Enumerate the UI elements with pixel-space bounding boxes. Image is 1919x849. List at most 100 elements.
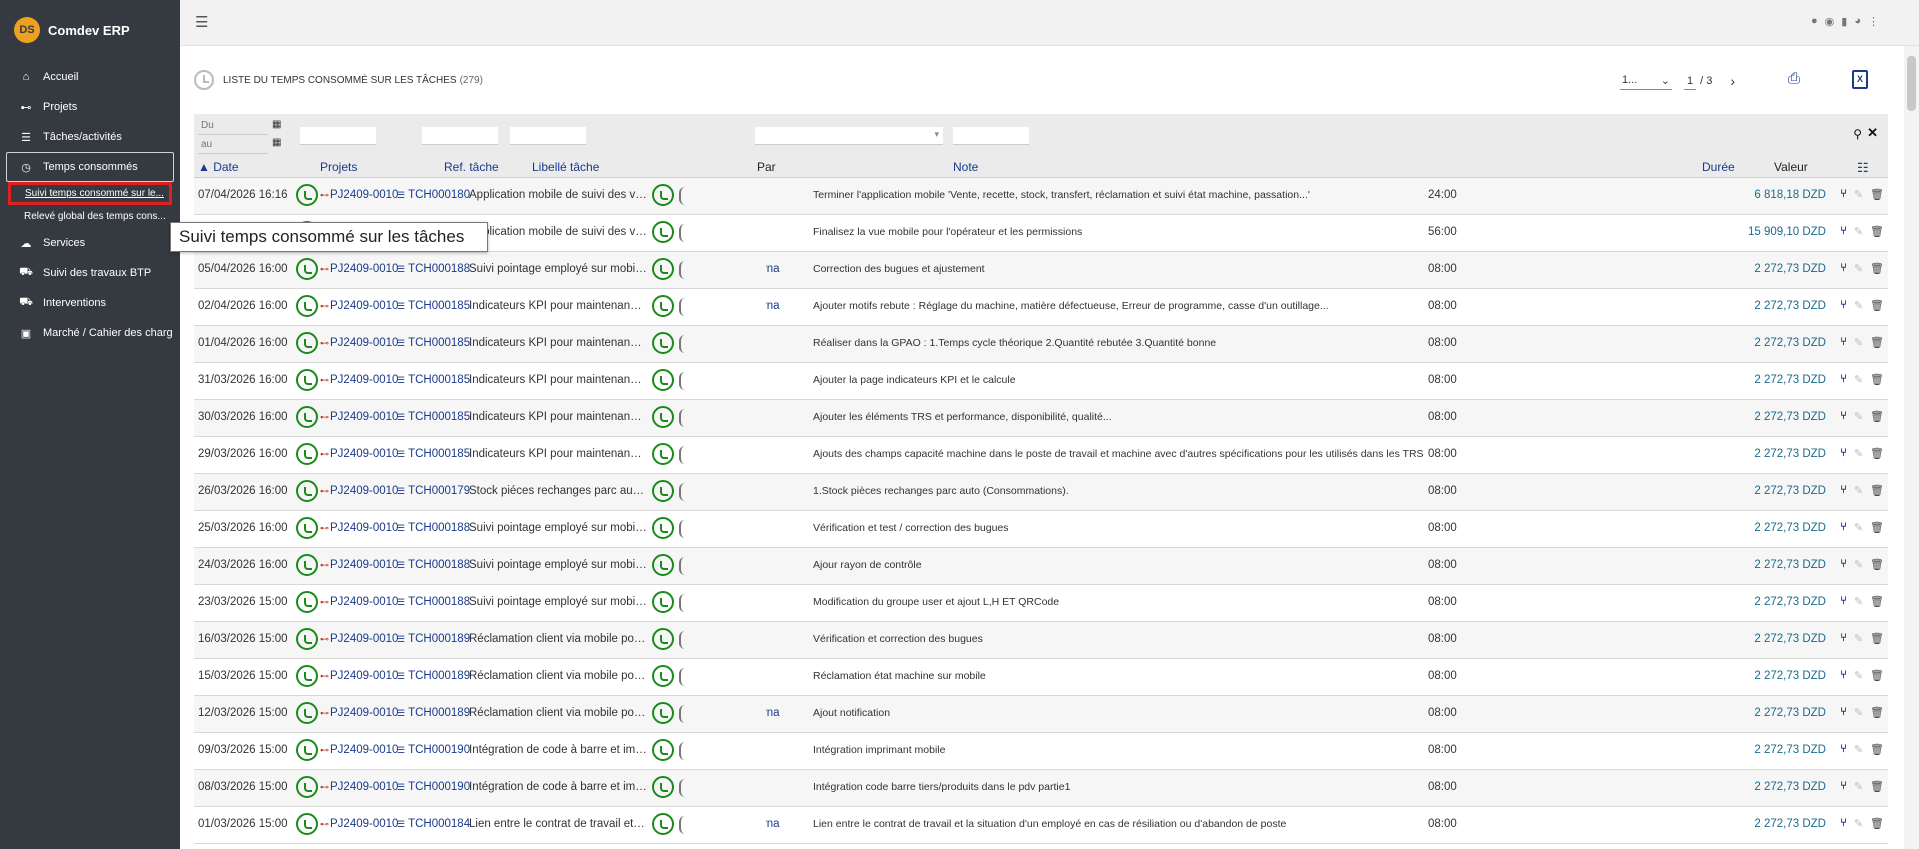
table-row[interactable]: 09/03/2026 15:00 ⊷PJ2409-0010 ☰ TCH000190…: [194, 733, 1888, 770]
edit-icon[interactable]: ✎: [1854, 632, 1863, 645]
cell-project[interactable]: ⊷PJ2409-0010: [320, 818, 398, 830]
sidebar-item-clock[interactable]: ◷ Temps consommés: [6, 152, 174, 182]
cell-task-ref[interactable]: ☰ TCH000190: [397, 744, 470, 756]
delete-icon[interactable]: 🗑: [1870, 447, 1884, 460]
cell-task-ref[interactable]: ☰ TCH000188: [397, 559, 470, 571]
edit-icon[interactable]: ✎: [1854, 299, 1863, 312]
cell-task-ref[interactable]: ☰TCH000180: [397, 189, 470, 201]
sidebar-item-book[interactable]: ▣ Marché / Cahier des charg: [0, 318, 180, 348]
fork-icon[interactable]: ⑂: [1840, 669, 1847, 682]
whatsapp-icon[interactable]: [652, 517, 674, 539]
cell-project[interactable]: ⊷PJ2409-0010: [320, 374, 398, 386]
edit-icon[interactable]: ✎: [1854, 706, 1863, 719]
table-row[interactable]: 02/04/2026 16:00 ⊷PJ2409-0010 ☰ TCH000185…: [194, 289, 1888, 326]
cell-project[interactable]: ⊷PJ2409-0010: [320, 559, 398, 571]
chat-icon[interactable]: ◉: [1825, 15, 1835, 28]
calendar-icon[interactable]: ▦: [272, 119, 281, 130]
user-filter-select[interactable]: [755, 127, 943, 145]
cell-project[interactable]: ⊷PJ2409-0010: [320, 596, 398, 608]
edit-icon[interactable]: ✎: [1854, 447, 1863, 460]
whatsapp-icon[interactable]: [296, 480, 318, 502]
table-row[interactable]: 23/03/2026 15:00 ⊷PJ2409-0010 ☰ TCH000188…: [194, 585, 1888, 622]
cell-task-ref[interactable]: ☰ TCH000185: [397, 411, 470, 423]
fork-icon[interactable]: ⑂: [1840, 336, 1847, 349]
close-icon[interactable]: ✕: [1867, 125, 1878, 141]
delete-icon[interactable]: 🗑: [1870, 225, 1884, 238]
whatsapp-icon[interactable]: [652, 776, 674, 798]
cell-project[interactable]: ⊷PJ2409-0010: [320, 670, 398, 682]
table-row[interactable]: 31/03/2026 16:00 ⊷PJ2409-0010 ☰ TCH000185…: [194, 363, 1888, 400]
trash-icon[interactable]: ▮: [1841, 15, 1847, 28]
print-icon[interactable]: ⎙: [1784, 70, 1804, 88]
cell-task-ref[interactable]: ☰ TCH000188: [397, 596, 470, 608]
page-size-select[interactable]: 1... ⌄: [1620, 72, 1672, 90]
whatsapp-icon[interactable]: [296, 776, 318, 798]
fork-icon[interactable]: ⑂: [1840, 373, 1847, 386]
delete-icon[interactable]: 🗑: [1870, 780, 1884, 793]
edit-icon[interactable]: ✎: [1854, 373, 1863, 386]
whatsapp-icon[interactable]: [296, 258, 318, 280]
col-duree[interactable]: Durée: [1702, 160, 1735, 174]
cell-project[interactable]: ⊷PJ2409-0010: [320, 337, 398, 349]
fork-icon[interactable]: ⑂: [1840, 558, 1847, 571]
whatsapp-icon[interactable]: [296, 665, 318, 687]
scrollbar[interactable]: [1904, 46, 1919, 849]
whatsapp-icon[interactable]: [296, 739, 318, 761]
delete-icon[interactable]: 🗑: [1870, 299, 1884, 312]
whatsapp-icon[interactable]: [652, 480, 674, 502]
delete-icon[interactable]: 🗑: [1870, 595, 1884, 608]
whatsapp-icon[interactable]: [296, 332, 318, 354]
scroll-thumb[interactable]: [1907, 56, 1916, 111]
whatsapp-icon[interactable]: [652, 369, 674, 391]
whatsapp-icon[interactable]: [652, 628, 674, 650]
whatsapp-icon[interactable]: [296, 443, 318, 465]
avatar[interactable]: ◕: [1854, 15, 1861, 28]
delete-icon[interactable]: 🗑: [1870, 373, 1884, 386]
cell-task-ref[interactable]: ☰ TCH000184: [397, 818, 470, 830]
sidebar-item-project[interactable]: ⊷ Projets: [0, 92, 180, 122]
cell-project[interactable]: ⊷PJ2409-0010: [320, 263, 398, 275]
col-date[interactable]: ▲ Date: [198, 160, 239, 174]
delete-icon[interactable]: 🗑: [1870, 410, 1884, 423]
cell-task-ref[interactable]: ☰ TCH000190: [397, 781, 470, 793]
fork-icon[interactable]: ⑂: [1840, 521, 1847, 534]
table-row[interactable]: 26/03/2026 16:00 ⊷PJ2409-0010 ☰ TCH000179…: [194, 474, 1888, 511]
date-from-input[interactable]: [198, 117, 268, 135]
fork-icon[interactable]: ⑂: [1840, 410, 1847, 423]
cell-task-ref[interactable]: ☰ TCH000188: [397, 522, 470, 534]
sidebar-item-services[interactable]: ☁ Services: [0, 228, 180, 258]
whatsapp-icon[interactable]: [652, 813, 674, 835]
edit-icon[interactable]: ✎: [1854, 225, 1863, 238]
cell-project[interactable]: ⊷PJ2409-0010: [320, 744, 398, 756]
delete-icon[interactable]: 🗑: [1870, 262, 1884, 275]
delete-icon[interactable]: 🗑: [1870, 521, 1884, 534]
col-ref[interactable]: Ref. tâche: [444, 160, 499, 174]
table-row[interactable]: 05/04/2026 16:00 ⊷PJ2409-0010 ☰ TCH000188…: [194, 252, 1888, 289]
fork-icon[interactable]: ⑂: [1840, 299, 1847, 312]
cell-task-ref[interactable]: ☰ TCH000185: [397, 300, 470, 312]
whatsapp-icon[interactable]: [652, 184, 674, 206]
project-filter-input[interactable]: [300, 127, 376, 145]
whatsapp-icon[interactable]: [652, 665, 674, 687]
page-number-input[interactable]: 1: [1684, 73, 1697, 90]
whatsapp-icon[interactable]: [296, 628, 318, 650]
excel-export-icon[interactable]: X: [1852, 70, 1868, 89]
cell-project[interactable]: ⊷PJ2409-0010: [320, 707, 398, 719]
col-libelle[interactable]: Libellé tâche: [532, 160, 599, 174]
brand[interactable]: DS Comdev ERP: [0, 0, 180, 60]
whatsapp-icon[interactable]: [296, 591, 318, 613]
whatsapp-icon[interactable]: [652, 554, 674, 576]
edit-icon[interactable]: ✎: [1854, 743, 1863, 756]
whatsapp-icon[interactable]: [652, 221, 674, 243]
cell-project[interactable]: ⊷PJ2409-0010: [320, 485, 398, 497]
delete-icon[interactable]: 🗑: [1870, 188, 1884, 201]
delete-icon[interactable]: 🗑: [1870, 336, 1884, 349]
edit-icon[interactable]: ✎: [1854, 262, 1863, 275]
cell-task-ref[interactable]: ☰ TCH000189: [397, 670, 470, 682]
whatsapp-icon[interactable]: [652, 739, 674, 761]
whatsapp-icon[interactable]: [652, 295, 674, 317]
sidebar-item-home[interactable]: ⌂ Accueil: [0, 62, 180, 92]
whatsapp-icon[interactable]: [296, 554, 318, 576]
edit-icon[interactable]: ✎: [1854, 188, 1863, 201]
whatsapp-icon[interactable]: [652, 332, 674, 354]
